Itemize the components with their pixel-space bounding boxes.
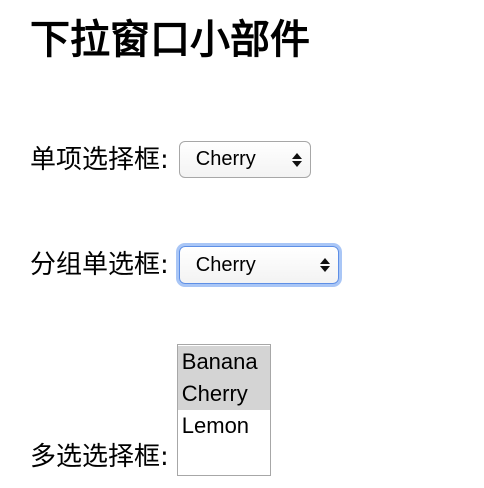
single-select-row: 单项选择框: Cherry xyxy=(30,141,311,178)
grouped-select-dropdown[interactable]: Cherry xyxy=(178,246,339,284)
grouped-select-value: Cherry xyxy=(195,253,256,276)
multi-select-row: 多选选择框: Banana Cherry Lemon xyxy=(30,344,271,476)
list-option[interactable]: Banana xyxy=(177,346,270,378)
single-select-label: 单项选择框: xyxy=(30,144,169,175)
chevron-updown-icon xyxy=(319,258,330,272)
single-select-dropdown[interactable]: Cherry xyxy=(178,141,311,178)
single-select-value: Cherry xyxy=(195,148,256,170)
grouped-select-row: 分组单选框: Cherry xyxy=(30,246,339,284)
multi-select-label: 多选选择框: xyxy=(30,442,169,472)
list-option[interactable]: Lemon xyxy=(178,410,270,442)
grouped-select-label: 分组单选框: xyxy=(30,250,169,280)
page-title: 下拉窗口小部件 xyxy=(30,17,310,63)
multi-select-listbox[interactable]: Banana Cherry Lemon xyxy=(176,344,271,476)
list-option[interactable]: Cherry xyxy=(177,378,270,410)
chevron-updown-icon xyxy=(291,152,302,167)
